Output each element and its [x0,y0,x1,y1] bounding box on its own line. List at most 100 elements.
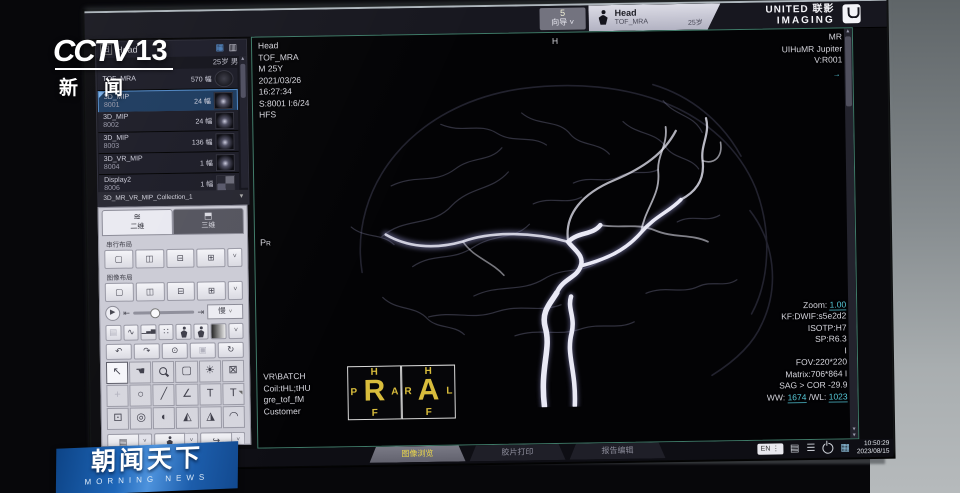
channel-logo: CCTV 13 新闻 [53,36,173,100]
image-viewport[interactable]: Head TOF_MRA M 25Y 2021/03/26 16:27:34 S… [251,27,859,448]
tab-report-edit[interactable]: 报告编辑 [569,442,665,460]
patient-tab[interactable]: Head TOF_MRA 25岁 [588,3,720,31]
histogram-tool-button[interactable]: ▁▃▅ [141,324,157,340]
collection-label: 3D_MR_VR_MIP_Collection_1 [103,194,192,202]
series-thumbnail [214,92,233,109]
sync-button[interactable]: ⊙ [162,343,188,359]
text-tool-button[interactable]: T [199,383,222,405]
series-count: 570 幅 [191,74,212,84]
step-forward-button[interactable]: ⇥ [197,307,204,316]
undo-button[interactable]: ↶ [106,344,132,360]
img-layout-more-dropdown[interactable]: ˅ [228,281,243,300]
ellipse-tool-button[interactable]: ○ [129,384,152,406]
tab-3d[interactable]: ⬒ 三维 [173,208,244,235]
list-view-icon[interactable]: ▥ [228,42,237,53]
scroll-up-icon[interactable]: ▲ [239,56,246,62]
tab-film-print[interactable]: 胶片打印 [469,444,565,462]
img-layout-grid-button[interactable]: ⊞ [197,281,226,300]
film-queue-icon[interactable]: ▤ [790,443,800,455]
scroll-down-icon[interactable]: ▼ [850,432,858,438]
scrollbar-thumb[interactable] [240,64,246,98]
scroll-up-icon[interactable]: ▲ [844,28,852,34]
matrix-tool-button[interactable]: ∷ [158,324,174,340]
redo-button[interactable]: ↷ [134,343,160,359]
flip-horizontal-button[interactable]: ◭ [176,407,199,429]
channel-caption: 新闻 [59,73,173,100]
cine-player: ▶ ⇤ ⇥ 慢˅ [105,304,243,321]
curve-tool-button[interactable]: ∿ [123,325,139,341]
cine-slider[interactable] [133,311,195,315]
toolbox-icon[interactable]: ▦ [840,442,850,454]
window-level-button[interactable]: ☀ [199,360,222,382]
img-layout-hsplit-button[interactable]: ⊟ [166,282,195,301]
magnify-button[interactable]: ◎ [130,407,153,429]
crosshair-tool-button[interactable]: + [106,385,128,407]
collection-bar[interactable]: 3D_MR_VR_MIP_Collection_1 ▼ [98,190,248,206]
task-list-icon[interactable]: ☰ [806,442,815,454]
series-thumbnail [215,112,234,129]
image-info-top-left: Head TOF_MRA M 25Y 2021/03/26 16:27:34 S… [258,40,310,121]
language-indicator[interactable]: EN ⋮ [757,443,783,454]
play-button[interactable]: ▶ [105,306,120,321]
text-arrow-tool-button[interactable]: T◥ [222,383,244,405]
series-id: 8002 [103,122,119,129]
series-thumbnail [215,133,234,150]
scrollbar-thumb[interactable] [845,36,852,106]
delete-roi-button[interactable]: ⊠ [222,360,244,382]
img-layout-1x1-button[interactable]: ▢ [105,283,134,302]
grid-view-icon[interactable]: ▦ [215,42,224,53]
orientation-label-posterior: PR [260,237,271,250]
system-clock: 10:50:29 2023/08/15 [857,440,890,456]
layout-grid-button[interactable]: ⊞ [196,248,225,267]
collapse-icon[interactable]: ▼ [238,190,244,204]
series-name: Display2 [104,177,131,184]
wl-value: 1023 [829,391,848,402]
arrow-mark-icon: ◥ [238,384,242,403]
status-tray: EN ⋮ ▤ ☰ ▦ 10:50:29 2023/08/15 [757,440,890,457]
wizard-step-button[interactable]: 5 向导 ˅ [539,7,585,30]
series-thumbnail [216,154,235,171]
pan-tool-button[interactable]: ☚ [129,361,152,383]
series-item-8002[interactable]: 3D_MIP 8002 24 幅 [98,110,238,133]
copy-button[interactable]: ▣ [190,342,216,358]
line-tool-button[interactable]: ╱ [153,384,175,406]
tab-image-browse[interactable]: 图像浏览 [369,445,465,463]
layout-more-dropdown[interactable]: ˅ [227,248,242,267]
img-layout-vsplit-button[interactable]: ◫ [135,282,164,301]
rotate-arc-button[interactable]: ◠ [223,406,245,428]
step-back-button[interactable]: ⇤ [123,309,130,318]
angle-tool-button[interactable]: ∠ [176,384,199,406]
box-zoom-button[interactable]: ⊡ [107,408,129,430]
wizard-label: 向导 [551,18,567,27]
series-item-8004[interactable]: 3D_VR_MIP 8004 1 幅 [99,152,239,175]
invert-button[interactable]: ◐ [153,407,175,429]
tab-2d[interactable]: ≋ 二维 [102,209,173,236]
united-imaging-logo-icon [842,4,860,23]
flip-vertical-button[interactable]: ◮ [199,406,222,428]
body-marker-button[interactable] [176,324,192,340]
layout-1x1-button[interactable]: ▢ [104,250,133,269]
cine-slider-knob[interactable] [150,308,160,318]
cursor-tool-button[interactable]: ↖ [106,362,128,384]
speed-select[interactable]: 慢˅ [207,304,243,320]
power-icon[interactable] [822,443,833,454]
chevron-down-icon: ˅ [569,18,574,27]
layout-vsplit-button[interactable]: ◫ [135,249,164,268]
series-name: 3D_MIP [103,135,128,142]
orientation-cube-right: H P R A F [347,365,402,420]
zoom-tool-button[interactable] [152,361,174,383]
nav-arrow-icon[interactable]: → [832,68,840,80]
reset-rotate-button[interactable]: ↻ [218,342,244,358]
image-info-bottom-left: VR\BATCH Coil:tHL;tHU gre_tof_fM Custome… [263,371,311,418]
series-id: 8003 [104,143,120,150]
tool-panel: ≋ 二维 ⬒ 三维 串行布局 ▢ ◫ ⊟ ⊞ ˅ 图像布局 ▢ ◫ ⊟ [98,205,252,447]
series-item-8003[interactable]: 3D_MIP 8003 136 幅 [98,131,238,154]
body-range-button[interactable] [193,323,209,339]
roi-select-button[interactable]: ▢ [175,361,198,383]
sidebar-scrollbar[interactable]: ▲ [239,56,248,188]
history-tools-row: ↶ ↷ ⊙ ▣ ↻ [106,342,244,360]
colormap-dropdown[interactable]: ˅ [228,323,243,339]
layout-hsplit-button[interactable]: ⊟ [166,249,195,268]
save-tool-button[interactable]: ▤ [105,325,121,341]
colormap-button[interactable] [211,323,227,339]
